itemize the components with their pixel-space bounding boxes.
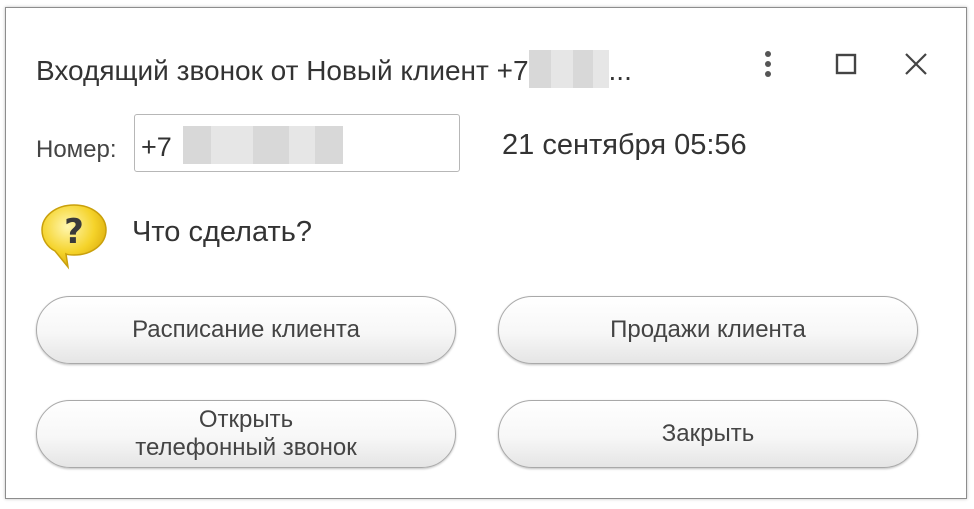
redacted-digits	[183, 126, 211, 164]
client-schedule-button[interactable]: Расписание клиента	[36, 296, 456, 364]
redacted-number	[528, 50, 609, 95]
call-datetime: 21 сентября 05:56	[502, 129, 747, 161]
svg-text:?: ?	[64, 212, 84, 252]
close-button[interactable]: Закрыть	[498, 400, 918, 468]
more-vertical-icon[interactable]	[756, 46, 780, 82]
redacted-digits	[315, 126, 343, 164]
question-bubble-icon: ?	[38, 201, 110, 276]
number-label: Номер:	[36, 136, 117, 163]
redacted-digits	[289, 126, 315, 164]
redacted-digits	[253, 126, 289, 164]
incoming-call-window: Входящий звонок от Новый клиент +7... Но…	[5, 7, 967, 499]
number-prefix: +7	[141, 132, 172, 162]
open-phone-call-button[interactable]: Открыть телефонный звонок	[36, 400, 456, 468]
number-field[interactable]: +7	[134, 114, 460, 172]
maximize-icon[interactable]	[830, 46, 862, 82]
close-icon[interactable]	[898, 46, 934, 82]
window-title-text: Входящий звонок от Новый клиент +7	[36, 54, 529, 86]
question-text: Что сделать?	[132, 216, 312, 248]
client-sales-button[interactable]: Продажи клиента	[498, 296, 918, 364]
window-title-ellipsis: ...	[608, 54, 632, 86]
redacted-digits	[211, 126, 253, 164]
window-title: Входящий звонок от Новый клиент +7...	[36, 50, 632, 95]
